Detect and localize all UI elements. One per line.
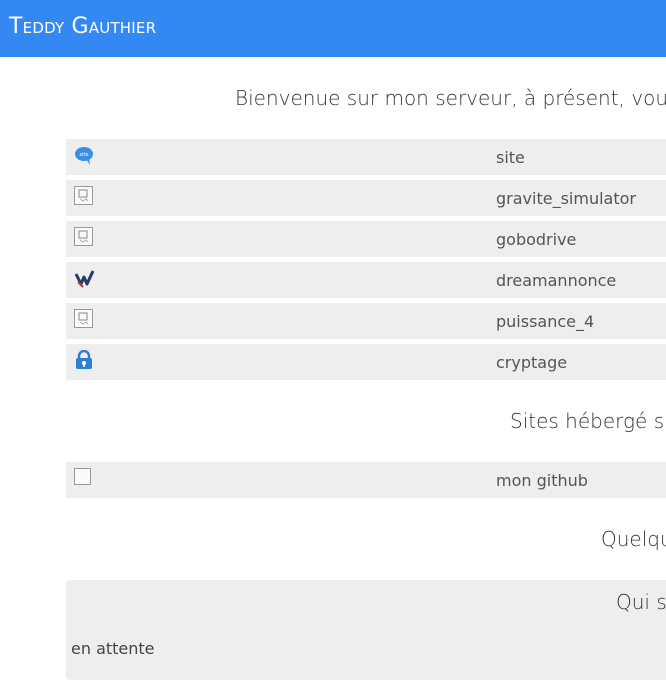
broken-image-icon [74,227,94,247]
hosted-label: mon github [496,471,588,490]
project-label: gobodrive [496,230,577,249]
welcome-text: Bienvenue sur mon serveur, à présent, vo… [235,86,666,110]
broken-image-icon [74,468,91,485]
panel-title: Qui s [616,590,666,614]
project-row-gravite-simulator[interactable]: gravite_simulator [66,180,666,216]
status-text: en attente [71,639,155,658]
dreamannonce-logo-icon [74,268,95,288]
svg-text:site: site [79,152,88,158]
project-label: site [496,148,525,167]
hosted-sites-heading: Sites hébergé su [510,409,666,433]
site-header: Teddy Gauthier [0,0,666,57]
project-row-site[interactable]: site site [66,139,666,175]
broken-image-icon [74,186,94,206]
broken-image-icon [74,309,94,329]
misc-heading: Quelqu [601,527,666,551]
padlock-icon [74,349,94,370]
project-row-puissance-4[interactable]: puissance_4 [66,303,666,339]
speech-bubble-icon: site [74,145,94,165]
status-panel: Qui s en attente [66,580,666,680]
project-label: puissance_4 [496,312,595,331]
project-label: dreamannonce [496,271,617,290]
project-row-gobodrive[interactable]: gobodrive [66,221,666,257]
project-label: gravite_simulator [496,189,636,208]
hosted-row-github[interactable]: mon github [66,462,666,498]
project-label: cryptage [496,353,568,372]
project-row-cryptage[interactable]: cryptage [66,344,666,380]
site-title[interactable]: Teddy Gauthier [9,14,156,39]
project-row-dreamannonce[interactable]: dreamannonce [66,262,666,298]
